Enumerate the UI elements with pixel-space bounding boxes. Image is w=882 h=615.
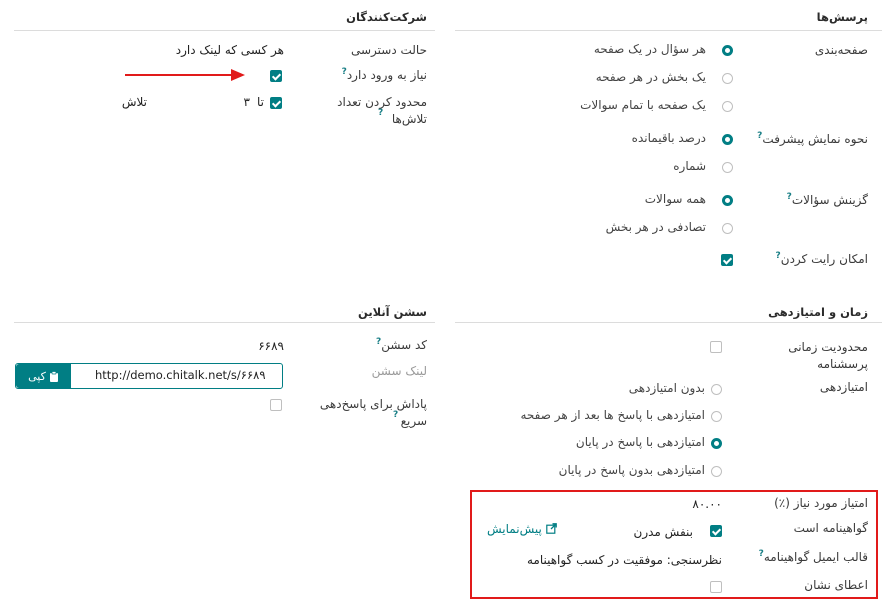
- session-code-value[interactable]: ۶۶۸۹: [258, 339, 284, 353]
- cert-email-template-value[interactable]: نظرسنجی: موفقیت در کسب گواهینامه: [527, 553, 722, 567]
- give-badge-checkbox[interactable]: [710, 581, 722, 593]
- live-session-divider: [14, 322, 435, 323]
- clipboard-icon: [49, 370, 58, 382]
- scoring-option-label-0[interactable]: بدون امتیازدهی: [629, 381, 705, 395]
- scoring-label: امتیازدهی: [819, 380, 868, 394]
- scoring-option-label-2[interactable]: امتیازدهی با پاسخ در پایان: [576, 435, 705, 449]
- progress-option-label-1[interactable]: شماره: [673, 159, 706, 173]
- pagination-option-label-2[interactable]: یک صفحه با تمام سوالات: [580, 98, 706, 112]
- scoring-option-radio-1[interactable]: [711, 411, 722, 422]
- external-link-icon: [545, 523, 557, 534]
- quick-answer-reward-checkbox[interactable]: [270, 399, 282, 411]
- scoring-option-label-3[interactable]: امتیازدهی بدون پاسخ در پایان: [559, 463, 705, 477]
- give-badge-label: اعطای نشان: [804, 578, 868, 592]
- session-link-label: لینک سشن: [371, 364, 427, 378]
- certification-template-value[interactable]: بنفش مدرن: [634, 525, 693, 539]
- quick-answer-reward-label: پاداش برای پاسخ‌دهی سریع: [319, 397, 427, 428]
- limit-attempts-checkbox[interactable]: [270, 97, 282, 109]
- participants-divider: [14, 30, 435, 31]
- live-session-section-title: سشن آنلاین: [357, 305, 427, 319]
- time-scoring-section-title: زمان و امتیازدهی: [768, 305, 868, 319]
- questions-divider: [455, 30, 882, 31]
- scoring-option-radio-3[interactable]: [711, 466, 722, 477]
- limit-attempts-suffix: تلاش: [121, 95, 147, 109]
- access-mode-label: حالت دسترسی: [350, 43, 427, 57]
- pagination-option-radio-2[interactable]: [722, 101, 733, 112]
- limit-attempts-count[interactable]: ۳: [244, 95, 250, 109]
- scoring-option-radio-2[interactable]: [711, 438, 722, 449]
- limit-attempts-prefix: تا: [257, 95, 264, 109]
- session-code-label: کد سشن?: [376, 337, 427, 352]
- progress-option-label-0[interactable]: درصد باقیمانده: [632, 131, 706, 145]
- preview-link[interactable]: پیش‌نمایش: [487, 522, 557, 536]
- red-arrow-icon: [125, 69, 245, 81]
- access-mode-value[interactable]: هر کسی که لینک دارد: [176, 43, 284, 57]
- selection-label: گزینش سؤالات?: [786, 192, 868, 207]
- selection-option-radio-1[interactable]: [722, 223, 733, 234]
- required-score-label: امتیاز مورد نیاز (٪): [774, 496, 868, 510]
- time-limit-label: محدودیت زمانی پرسشنامه: [788, 340, 868, 371]
- pagination-label: صفحه‌بندی: [814, 43, 868, 57]
- selection-option-label-1[interactable]: تصادفی در هر بخش: [606, 220, 706, 234]
- required-score-value[interactable]: ۸۰.۰۰: [692, 497, 722, 511]
- progress-label: نحوه نمایش پیشرفت?: [757, 131, 868, 146]
- progress-option-radio-0[interactable]: [722, 134, 733, 145]
- time-scoring-divider: [455, 322, 882, 323]
- cert-email-template-label: قالب ایمیل گواهینامه?: [758, 549, 868, 564]
- login-required-label: نیاز به ورود دارد?: [341, 67, 427, 82]
- selection-option-radio-0[interactable]: [722, 195, 733, 206]
- limit-attempts-label: محدود کردن تعداد تلاش‌ها: [337, 95, 427, 126]
- pagination-option-radio-0[interactable]: [722, 45, 733, 56]
- questions-section-title: پرسش‌ها: [816, 10, 868, 24]
- is-certification-label: گواهینامه است: [793, 521, 868, 535]
- participants-section-title: شرکت‌کنندگان: [346, 10, 427, 24]
- login-required-checkbox[interactable]: [270, 70, 282, 82]
- pagination-option-label-0[interactable]: هر سؤال در یک صفحه: [594, 42, 706, 56]
- scoring-option-radio-0[interactable]: [711, 384, 722, 395]
- scoring-option-label-1[interactable]: امتیازدهی با پاسخ ها بعد از هر صفحه: [520, 408, 705, 422]
- session-link-url: http://demo.chitalk.net/s/۶۶۸۹: [95, 368, 266, 382]
- reward-help-icon[interactable]: ?: [393, 410, 398, 420]
- selection-option-label-0[interactable]: همه سوالات: [645, 192, 706, 206]
- vote-label: امکان رایت کردن?: [775, 251, 868, 266]
- progress-option-radio-1[interactable]: [722, 162, 733, 173]
- time-limit-checkbox[interactable]: [710, 341, 722, 353]
- vote-checkbox[interactable]: [721, 254, 733, 266]
- pagination-option-radio-1[interactable]: [722, 73, 733, 84]
- copy-label: کپی: [28, 369, 46, 383]
- limit-attempts-help-icon[interactable]: ?: [378, 108, 383, 118]
- is-certification-checkbox[interactable]: [710, 525, 722, 537]
- copy-button[interactable]: کپی: [16, 364, 71, 388]
- pagination-option-label-1[interactable]: یک بخش در هر صفحه: [596, 70, 706, 84]
